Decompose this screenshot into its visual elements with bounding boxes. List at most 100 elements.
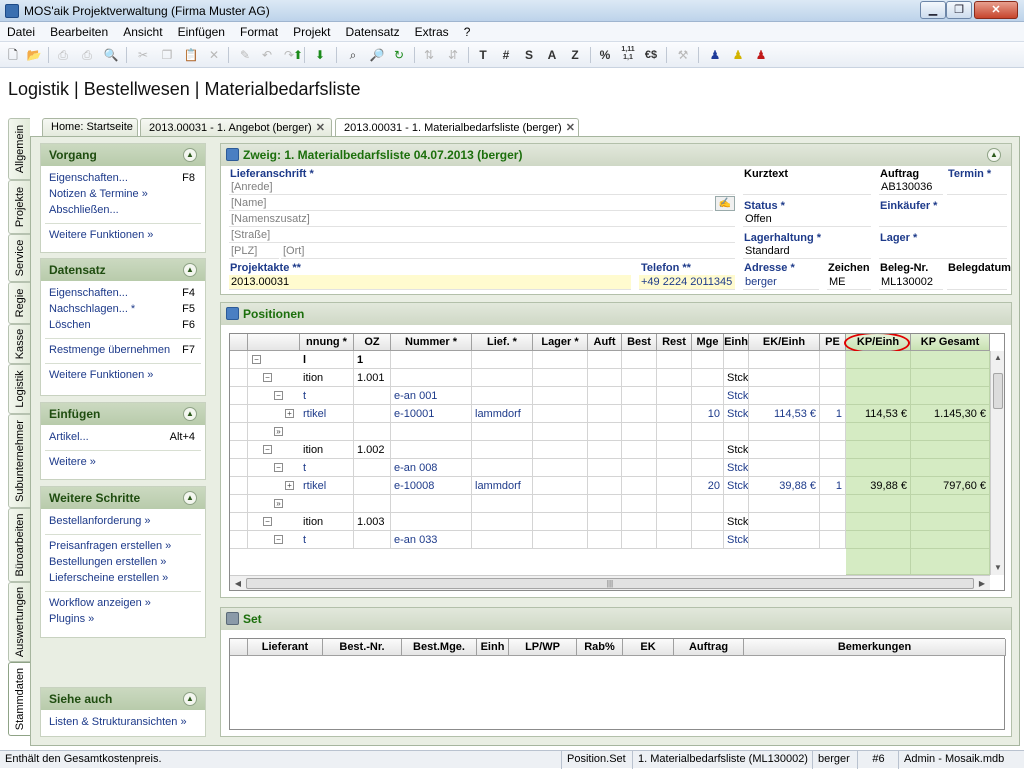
- vorgang-weitere-funktionen[interactable]: Weitere Funktionen »: [41, 228, 205, 244]
- text-icon[interactable]: T: [474, 46, 492, 64]
- datensatz-loeschen[interactable]: Löschen F6: [41, 318, 205, 334]
- binoculars-icon[interactable]: 🔎: [368, 46, 386, 64]
- cell-menge[interactable]: [692, 387, 724, 405]
- menu-bearbeiten[interactable]: Bearbeiten: [43, 22, 113, 39]
- scroll-up-icon[interactable]: ▲: [991, 351, 1004, 365]
- print-preview-icon[interactable]: ⎙: [78, 46, 96, 64]
- cell-kp-gesamt[interactable]: [911, 387, 990, 405]
- cell-menge[interactable]: [692, 495, 724, 513]
- disabled-tool-icon[interactable]: ⚒: [674, 46, 692, 64]
- tab-angebot[interactable]: 2013.00031 - 1. Angebot (berger) ✕: [140, 118, 332, 136]
- arrow-down-icon[interactable]: ⬇: [311, 46, 329, 64]
- cell-lager[interactable]: [533, 513, 588, 531]
- cell-lieferant[interactable]: [472, 441, 533, 459]
- ort-field[interactable]: [Ort]: [281, 244, 735, 259]
- collapse-icon[interactable]: −: [263, 517, 272, 526]
- cell-bezeichnung[interactable]: ition: [300, 369, 354, 387]
- chevron-up-icon[interactable]: ▲: [987, 148, 1001, 162]
- cell-lieferant[interactable]: lammdorf: [472, 477, 533, 495]
- cell-oz[interactable]: [354, 477, 391, 495]
- cell-lager[interactable]: [533, 387, 588, 405]
- menu-format[interactable]: Format: [233, 22, 283, 39]
- delete-icon[interactable]: ✕: [205, 46, 223, 64]
- link-preisanfragen[interactable]: Preisanfragen erstellen »: [41, 539, 205, 555]
- cell-bezeichnung[interactable]: [300, 495, 354, 513]
- menu-ansicht[interactable]: Ansicht: [116, 22, 167, 39]
- collapse-icon[interactable]: −: [252, 355, 261, 364]
- row-gutter[interactable]: [230, 531, 248, 549]
- column-header-ek-einh[interactable]: EK/Einh: [749, 334, 820, 351]
- cell-oz[interactable]: [354, 531, 391, 549]
- percent-icon[interactable]: %: [596, 46, 614, 64]
- cell-auftrag[interactable]: [588, 423, 622, 441]
- cell-nummer[interactable]: e-an 033: [391, 531, 472, 549]
- edit-icon[interactable]: ✎: [236, 46, 254, 64]
- cell-kp-gesamt[interactable]: 797,60 €: [911, 477, 990, 495]
- vorgang-abschliessen[interactable]: Abschließen...: [41, 203, 205, 219]
- datensatz-nachschlagen[interactable]: Nachschlagen... * F5: [41, 302, 205, 318]
- row-gutter[interactable]: [230, 441, 248, 459]
- column-header-bestand[interactable]: Best: [622, 334, 657, 351]
- link-workflow[interactable]: Workflow anzeigen »: [41, 596, 205, 612]
- cell-nummer[interactable]: [391, 495, 472, 513]
- user-red-icon[interactable]: ♟: [752, 46, 770, 64]
- cell-rest[interactable]: [657, 423, 692, 441]
- cell-kp-einh[interactable]: [846, 423, 911, 441]
- cell-pe[interactable]: [820, 495, 846, 513]
- set-column-einh[interactable]: Einh: [477, 639, 509, 656]
- cell-menge[interactable]: [692, 441, 724, 459]
- cell-auftrag[interactable]: [588, 351, 622, 369]
- cell-lieferant[interactable]: [472, 495, 533, 513]
- vtab-logistik[interactable]: Logistik: [8, 364, 30, 414]
- cell-auftrag[interactable]: [588, 405, 622, 423]
- vtab-regie[interactable]: Regie: [8, 282, 30, 324]
- column-header-bezeichnung[interactable]: nnung *: [300, 334, 354, 351]
- collapse-icon[interactable]: −: [274, 391, 283, 400]
- vtab-auswertungen[interactable]: Auswertungen: [8, 582, 30, 662]
- cell-pe[interactable]: 1: [820, 477, 846, 495]
- cell-oz[interactable]: 1: [354, 351, 391, 369]
- weitere-schritte-header[interactable]: Weitere Schritte ▲: [41, 487, 205, 509]
- row-gutter[interactable]: [230, 513, 248, 531]
- chevron-up-icon[interactable]: ▲: [183, 148, 197, 162]
- row-gutter[interactable]: [230, 423, 248, 441]
- menu-datei[interactable]: Datei: [0, 22, 40, 39]
- column-header-pe[interactable]: PE: [820, 334, 846, 351]
- chevron-up-icon[interactable]: ▲: [183, 491, 197, 505]
- vorgang-header[interactable]: Vorgang ▲: [41, 144, 205, 166]
- menu-einfuegen[interactable]: Einfügen: [171, 22, 230, 39]
- cell-oz[interactable]: 1.001: [354, 369, 391, 387]
- positions-grid[interactable]: nnung * OZ Nummer * Lief. * Lager * Auft Best R…: [229, 333, 1005, 591]
- cell-lager[interactable]: [533, 459, 588, 477]
- cell-kp-einh[interactable]: [846, 513, 911, 531]
- cell-nummer[interactable]: [391, 351, 472, 369]
- cell-bezeichnung[interactable]: t: [300, 459, 354, 477]
- cell-auftrag[interactable]: [588, 459, 622, 477]
- cell-einheit[interactable]: Stck: [724, 513, 749, 531]
- cell-kp-gesamt[interactable]: 1.145,30 €: [911, 405, 990, 423]
- set-column-best-mge[interactable]: Best.Mge.: [402, 639, 477, 656]
- cell-lager[interactable]: [533, 441, 588, 459]
- cell-lieferant[interactable]: lammdorf: [472, 405, 533, 423]
- cell-bestand[interactable]: [622, 369, 657, 387]
- row-gutter[interactable]: [230, 459, 248, 477]
- user-blue-icon[interactable]: ♟: [706, 46, 724, 64]
- set-column-best-nr[interactable]: Best.-Nr.: [323, 639, 402, 656]
- sort-desc-icon[interactable]: ⇵: [444, 46, 462, 64]
- collapse-icon[interactable]: −: [274, 535, 283, 544]
- cell-lager[interactable]: [533, 531, 588, 549]
- vtab-service[interactable]: Service: [8, 234, 30, 282]
- projektakte-field[interactable]: 2013.00031: [229, 275, 631, 290]
- cell-menge[interactable]: [692, 369, 724, 387]
- link-bestellungen[interactable]: Bestellungen erstellen »: [41, 555, 205, 571]
- cell-bestand[interactable]: [622, 477, 657, 495]
- cell-lager[interactable]: [533, 423, 588, 441]
- cell-auftrag[interactable]: [588, 495, 622, 513]
- cell-lieferant[interactable]: [472, 351, 533, 369]
- cell-bestand[interactable]: [622, 513, 657, 531]
- cell-bestand[interactable]: [622, 459, 657, 477]
- menu-help[interactable]: ?: [457, 22, 476, 39]
- strasse-field[interactable]: [Straße]: [229, 228, 735, 243]
- refresh-icon[interactable]: ↻: [390, 46, 408, 64]
- vtab-kasse[interactable]: Kasse: [8, 324, 30, 364]
